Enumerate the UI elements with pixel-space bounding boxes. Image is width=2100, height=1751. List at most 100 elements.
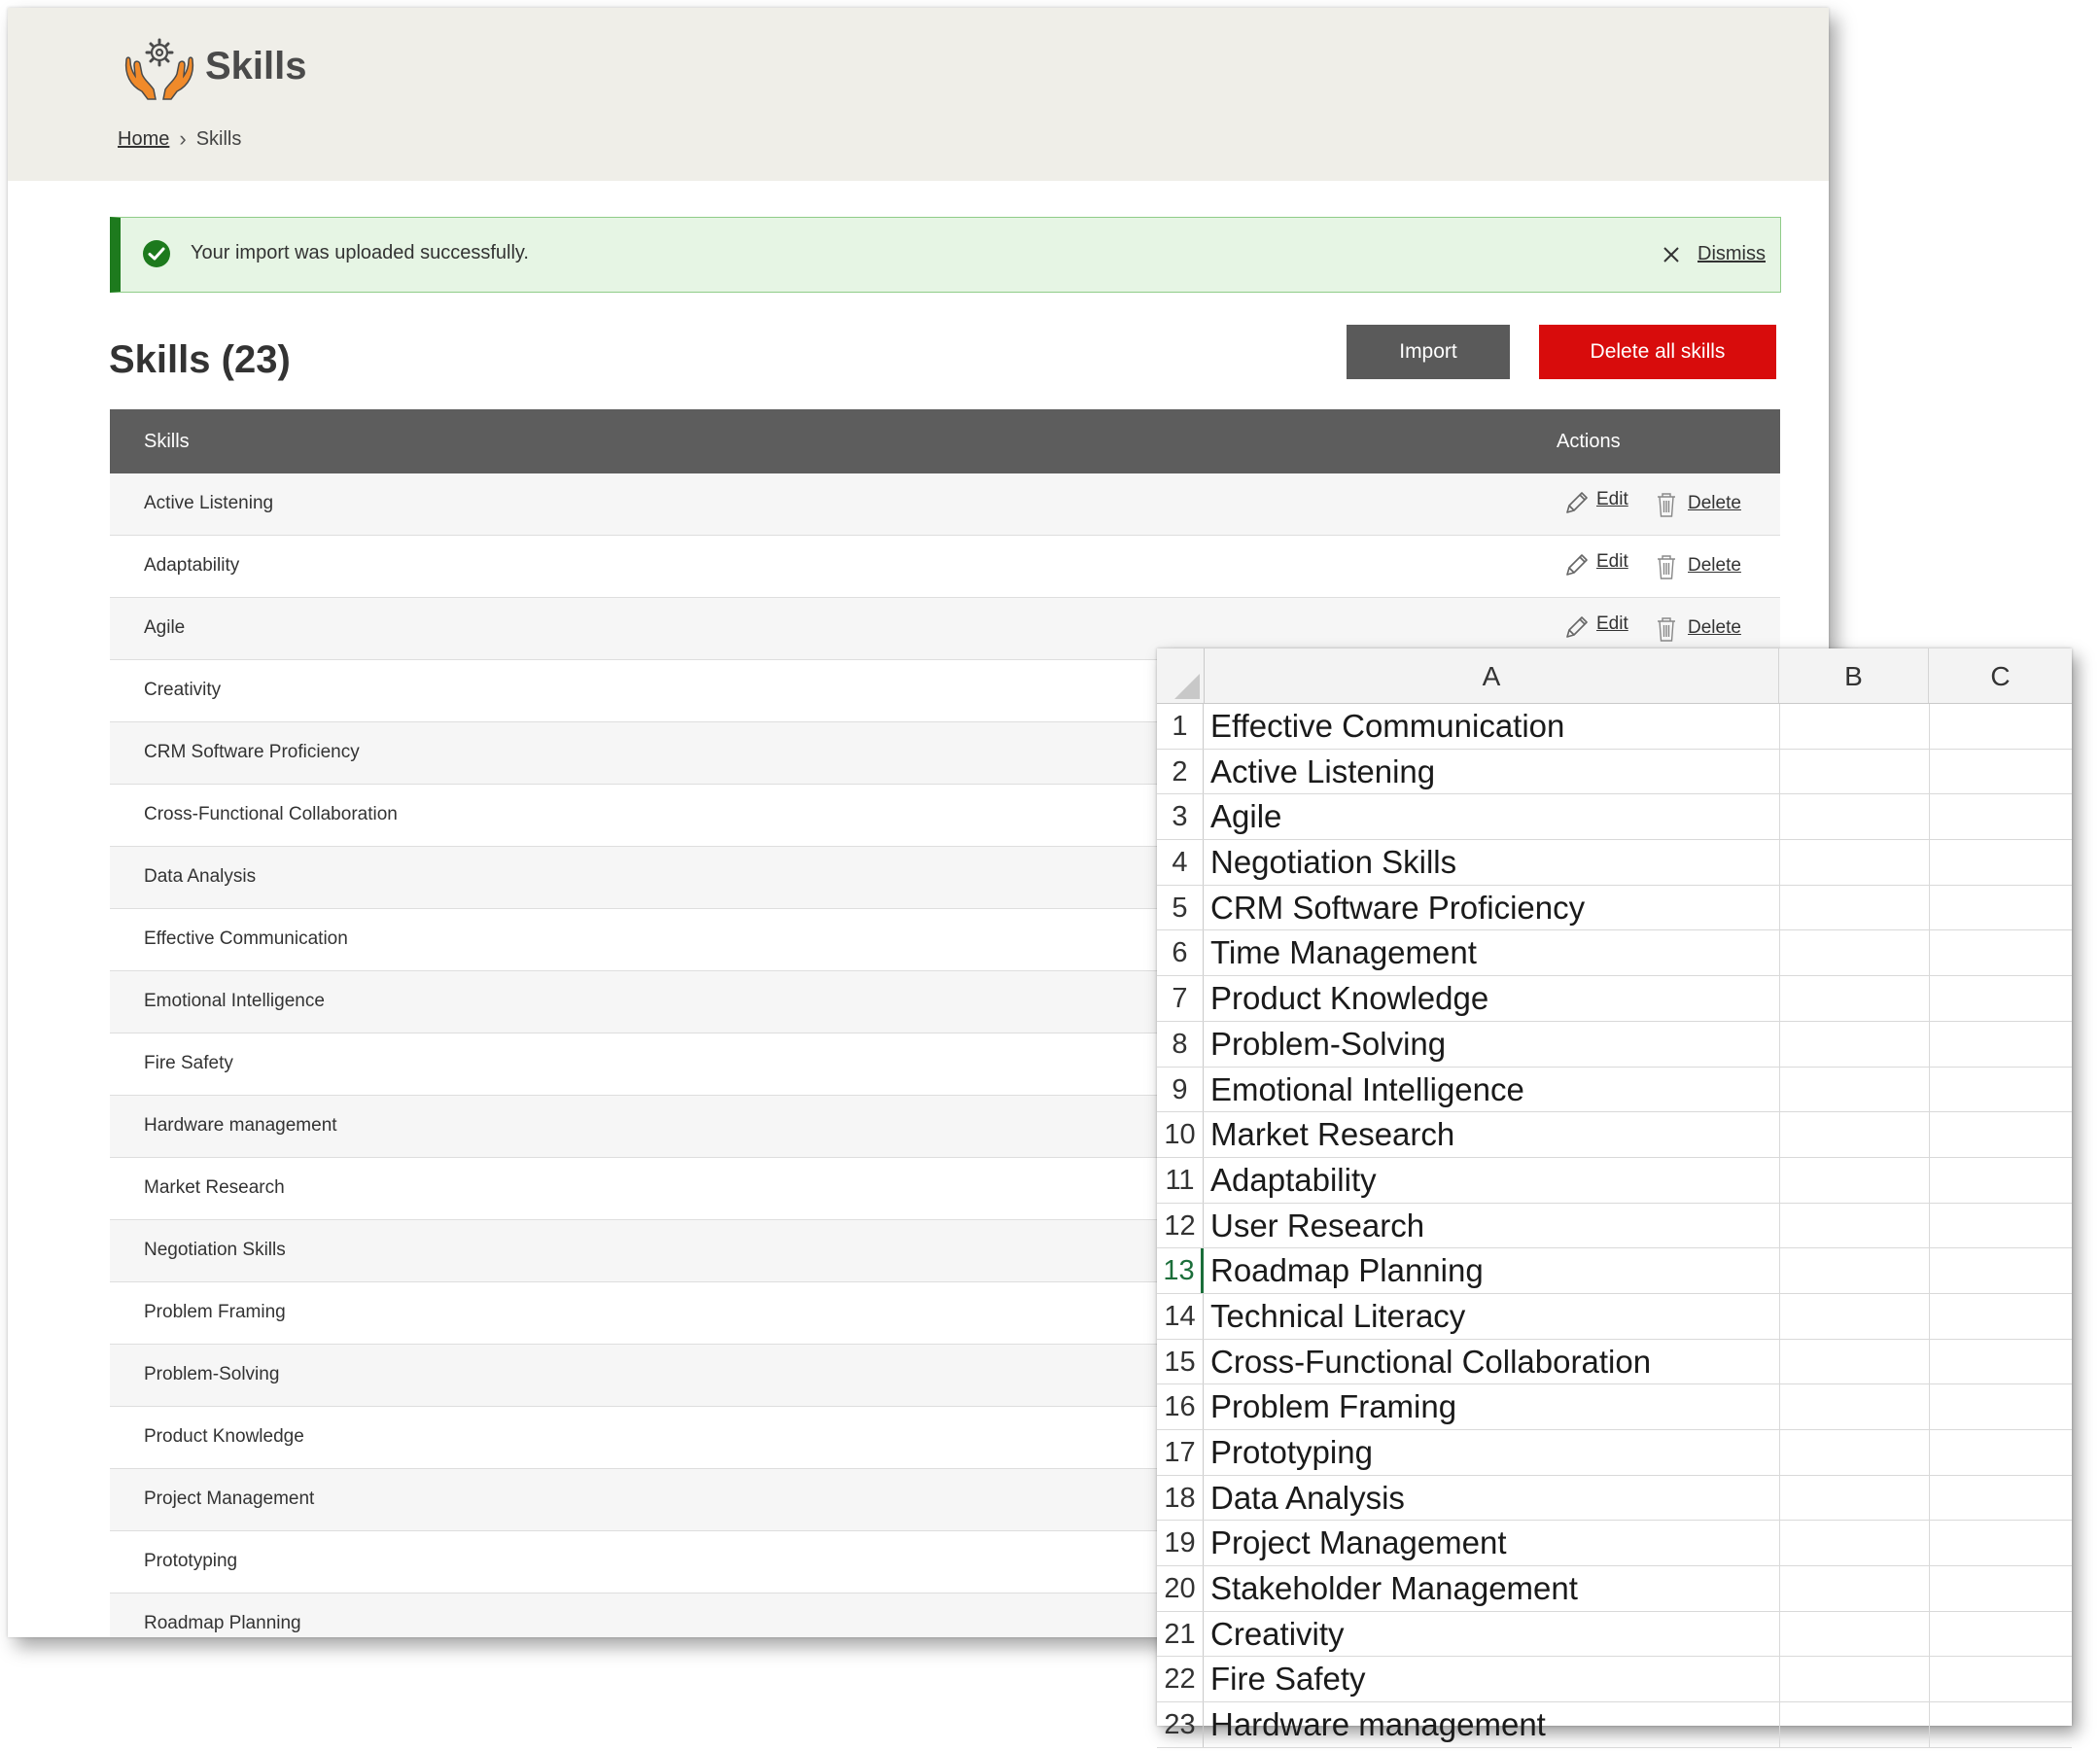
cell-c[interactable] bbox=[1929, 1067, 2073, 1112]
cell-c[interactable] bbox=[1929, 1566, 2073, 1611]
cell-c[interactable] bbox=[1929, 1248, 2073, 1293]
cell-b[interactable] bbox=[1779, 1702, 1930, 1747]
row-number[interactable]: 5 bbox=[1157, 885, 1204, 930]
cell-a[interactable]: Market Research bbox=[1210, 1112, 1454, 1157]
row-number[interactable]: 4 bbox=[1157, 840, 1204, 885]
cell-c[interactable] bbox=[1929, 1475, 2073, 1521]
row-number[interactable]: 6 bbox=[1157, 930, 1204, 976]
cell-a[interactable]: Fire Safety bbox=[1210, 1657, 1366, 1701]
delete-all-skills-button[interactable]: Delete all skills bbox=[1539, 325, 1776, 379]
row-number[interactable]: 14 bbox=[1157, 1293, 1204, 1339]
cell-c[interactable] bbox=[1929, 1157, 2073, 1203]
cell-a[interactable]: Effective Communication bbox=[1210, 704, 1564, 749]
cell-a[interactable]: Creativity bbox=[1210, 1612, 1345, 1657]
edit-link[interactable]: Edit bbox=[1596, 551, 1628, 573]
cell-a[interactable]: Time Management bbox=[1210, 930, 1477, 975]
trash-icon[interactable] bbox=[1655, 615, 1678, 643]
cell-c[interactable] bbox=[1929, 840, 2073, 885]
cell-c[interactable] bbox=[1929, 1521, 2073, 1566]
cell-b[interactable] bbox=[1779, 1248, 1930, 1293]
column-header-a[interactable]: A bbox=[1205, 648, 1779, 703]
cell-a[interactable]: Project Management bbox=[1210, 1521, 1507, 1565]
cell-b[interactable] bbox=[1779, 1112, 1930, 1157]
row-number[interactable]: 10 bbox=[1157, 1112, 1204, 1157]
cell-c[interactable] bbox=[1929, 1293, 2073, 1339]
pencil-icon[interactable] bbox=[1563, 551, 1591, 578]
cell-c[interactable] bbox=[1929, 1657, 2073, 1702]
cell-c[interactable] bbox=[1929, 885, 2073, 930]
row-number[interactable]: 18 bbox=[1157, 1475, 1204, 1521]
pencil-icon[interactable] bbox=[1563, 489, 1591, 516]
row-number[interactable]: 20 bbox=[1157, 1566, 1204, 1611]
delete-link[interactable]: Delete bbox=[1688, 555, 1741, 577]
edit-link[interactable]: Edit bbox=[1596, 489, 1628, 510]
cell-b[interactable] bbox=[1779, 1339, 1930, 1384]
dismiss-button[interactable]: Dismiss bbox=[1698, 243, 1766, 265]
edit-link[interactable]: Edit bbox=[1596, 613, 1628, 635]
cell-c[interactable] bbox=[1929, 1339, 2073, 1384]
column-header-c[interactable]: C bbox=[1929, 648, 2072, 703]
trash-icon[interactable] bbox=[1655, 491, 1678, 518]
cell-c[interactable] bbox=[1929, 794, 2073, 840]
cell-b[interactable] bbox=[1779, 1203, 1930, 1248]
delete-link[interactable]: Delete bbox=[1688, 493, 1741, 514]
cell-a[interactable]: Roadmap Planning bbox=[1210, 1248, 1484, 1293]
row-number[interactable]: 19 bbox=[1157, 1521, 1204, 1566]
cell-b[interactable] bbox=[1779, 930, 1930, 976]
cell-a[interactable]: Adaptability bbox=[1210, 1158, 1377, 1203]
row-number[interactable]: 9 bbox=[1157, 1067, 1204, 1112]
pencil-icon[interactable] bbox=[1563, 613, 1591, 641]
cell-b[interactable] bbox=[1779, 1475, 1930, 1521]
cell-c[interactable] bbox=[1929, 1611, 2073, 1657]
cell-a[interactable]: User Research bbox=[1210, 1204, 1424, 1248]
cell-c[interactable] bbox=[1929, 1702, 2073, 1747]
row-number[interactable]: 11 bbox=[1157, 1157, 1204, 1203]
cell-a[interactable]: Data Analysis bbox=[1210, 1476, 1405, 1521]
cell-a[interactable]: Negotiation Skills bbox=[1210, 840, 1456, 885]
cell-c[interactable] bbox=[1929, 1203, 2073, 1248]
row-number[interactable]: 7 bbox=[1157, 976, 1204, 1021]
cell-b[interactable] bbox=[1779, 1521, 1930, 1566]
cell-c[interactable] bbox=[1929, 704, 2073, 749]
trash-icon[interactable] bbox=[1655, 553, 1678, 580]
cell-b[interactable] bbox=[1779, 1293, 1930, 1339]
cell-c[interactable] bbox=[1929, 1021, 2073, 1067]
cell-b[interactable] bbox=[1779, 749, 1930, 794]
cell-a[interactable]: Stakeholder Management bbox=[1210, 1566, 1578, 1611]
cell-c[interactable] bbox=[1929, 1384, 2073, 1429]
cell-c[interactable] bbox=[1929, 930, 2073, 976]
cell-b[interactable] bbox=[1779, 840, 1930, 885]
row-number[interactable]: 22 bbox=[1157, 1657, 1204, 1702]
close-icon[interactable] bbox=[1662, 245, 1681, 264]
cell-a[interactable]: Problem Framing bbox=[1210, 1384, 1456, 1429]
cell-a[interactable]: CRM Software Proficiency bbox=[1210, 886, 1585, 930]
row-number[interactable]: 16 bbox=[1157, 1384, 1204, 1429]
cell-a[interactable]: Product Knowledge bbox=[1210, 976, 1488, 1021]
cell-b[interactable] bbox=[1779, 885, 1930, 930]
row-number[interactable]: 8 bbox=[1157, 1021, 1204, 1067]
import-button[interactable]: Import bbox=[1347, 325, 1510, 379]
row-number[interactable]: 3 bbox=[1157, 794, 1204, 840]
breadcrumb-home-link[interactable]: Home bbox=[118, 128, 169, 151]
row-number[interactable]: 15 bbox=[1157, 1339, 1204, 1384]
cell-b[interactable] bbox=[1779, 704, 1930, 749]
cell-b[interactable] bbox=[1779, 1384, 1930, 1429]
cell-a[interactable]: Problem-Solving bbox=[1210, 1022, 1446, 1067]
cell-c[interactable] bbox=[1929, 976, 2073, 1021]
row-number[interactable]: 17 bbox=[1157, 1430, 1204, 1475]
cell-b[interactable] bbox=[1779, 1566, 1930, 1611]
cell-a[interactable]: Hardware management bbox=[1210, 1702, 1546, 1747]
cell-a[interactable]: Technical Literacy bbox=[1210, 1294, 1465, 1339]
row-number[interactable]: 21 bbox=[1157, 1611, 1204, 1657]
cell-c[interactable] bbox=[1929, 1430, 2073, 1475]
row-number[interactable]: 13 bbox=[1157, 1248, 1204, 1293]
cell-b[interactable] bbox=[1779, 1157, 1930, 1203]
row-number[interactable]: 1 bbox=[1157, 704, 1204, 749]
column-header-b[interactable]: B bbox=[1779, 648, 1929, 703]
row-number[interactable]: 12 bbox=[1157, 1203, 1204, 1248]
cell-b[interactable] bbox=[1779, 1611, 1930, 1657]
delete-link[interactable]: Delete bbox=[1688, 617, 1741, 639]
cell-b[interactable] bbox=[1779, 1657, 1930, 1702]
cell-a[interactable]: Cross-Functional Collaboration bbox=[1210, 1340, 1651, 1384]
row-number[interactable]: 2 bbox=[1157, 749, 1204, 794]
